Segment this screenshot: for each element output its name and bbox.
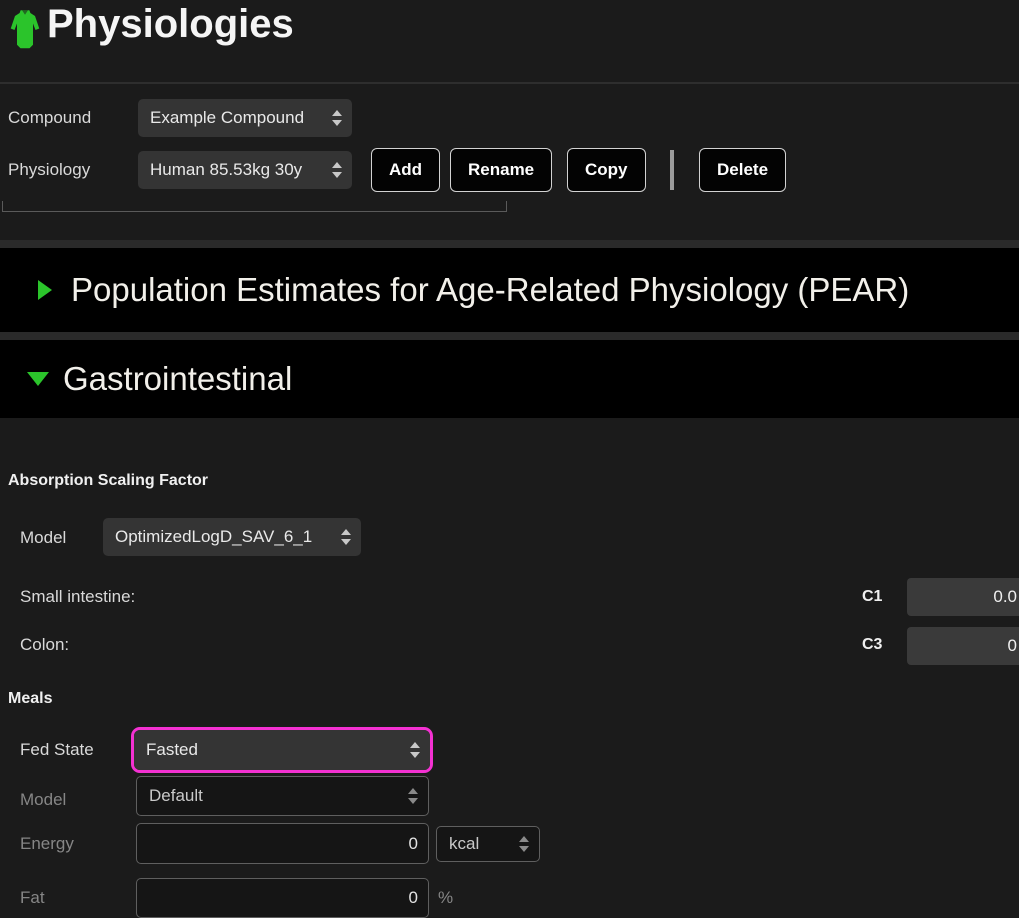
physiology-select-value: Human 85.53kg 30y <box>150 160 302 180</box>
colon-c3-input[interactable]: 0 <box>907 627 1019 665</box>
meals-heading: Meals <box>8 690 52 708</box>
section-gap <box>0 240 1019 248</box>
colon-c3-value: 0 <box>1008 636 1017 656</box>
fed-state-select[interactable]: Fasted <box>134 730 430 770</box>
expanded-arrow-icon <box>27 372 49 386</box>
meal-model-select-value: Default <box>149 786 203 806</box>
fed-state-select-value: Fasted <box>146 740 198 760</box>
small-intestine-label: Small intestine: <box>20 585 135 609</box>
collapsed-arrow-icon <box>38 280 52 300</box>
compound-select-value: Example Compound <box>150 108 304 128</box>
compound-label: Compound <box>8 106 91 130</box>
colon-param-label: C3 <box>862 636 882 654</box>
small-intestine-c1-input[interactable]: 0.0 <box>907 578 1019 616</box>
energy-unit-select[interactable]: kcal <box>436 826 540 862</box>
section-header-pear[interactable]: Population Estimates for Age-Related Phy… <box>0 248 1019 332</box>
updown-spinner-icon <box>341 529 351 545</box>
absorption-scaling-factor-heading: Absorption Scaling Factor <box>8 472 208 490</box>
fed-state-label: Fed State <box>20 738 94 762</box>
fat-label: Fat <box>20 886 45 910</box>
section-title: Gastrointestinal <box>63 360 292 398</box>
small-intestine-param-label: C1 <box>862 588 882 606</box>
meal-model-select[interactable]: Default <box>136 776 429 816</box>
section-gap <box>0 332 1019 340</box>
updown-spinner-icon <box>410 742 420 758</box>
button-group-divider <box>670 150 674 190</box>
section-title: Population Estimates for Age-Related Phy… <box>71 271 909 309</box>
energy-value: 0 <box>409 834 418 854</box>
updown-spinner-icon <box>332 110 342 126</box>
updown-spinner-icon <box>332 162 342 178</box>
asf-model-select-value: OptimizedLogD_SAV_6_1 <box>115 527 312 547</box>
updown-spinner-icon <box>408 788 418 804</box>
meal-model-label: Model <box>20 788 66 812</box>
compound-select[interactable]: Example Compound <box>138 99 352 137</box>
energy-input[interactable]: 0 <box>136 823 429 864</box>
energy-label: Energy <box>20 832 74 856</box>
selector-groupbox-outline <box>2 201 507 212</box>
small-intestine-c1-value: 0.0 <box>993 587 1017 607</box>
asf-model-select[interactable]: OptimizedLogD_SAV_6_1 <box>103 518 361 556</box>
physiology-select[interactable]: Human 85.53kg 30y <box>138 151 352 189</box>
updown-spinner-icon <box>519 836 529 852</box>
fat-input[interactable]: 0 <box>136 878 429 918</box>
fat-unit-label: % <box>438 886 453 910</box>
add-button[interactable]: Add <box>371 148 440 192</box>
delete-button[interactable]: Delete <box>699 148 786 192</box>
copy-button[interactable]: Copy <box>567 148 646 192</box>
fed-state-highlight-ring: Fasted <box>131 727 433 773</box>
fat-value: 0 <box>409 888 418 908</box>
energy-unit-value: kcal <box>449 834 479 854</box>
page-title: Physiologies <box>47 2 294 47</box>
physiology-jacket-icon <box>10 8 40 50</box>
asf-model-label: Model <box>20 526 66 550</box>
colon-label: Colon: <box>20 633 69 657</box>
header-divider <box>0 82 1019 84</box>
physiology-label: Physiology <box>8 158 90 182</box>
rename-button[interactable]: Rename <box>450 148 552 192</box>
section-header-gastrointestinal[interactable]: Gastrointestinal <box>0 340 1019 418</box>
